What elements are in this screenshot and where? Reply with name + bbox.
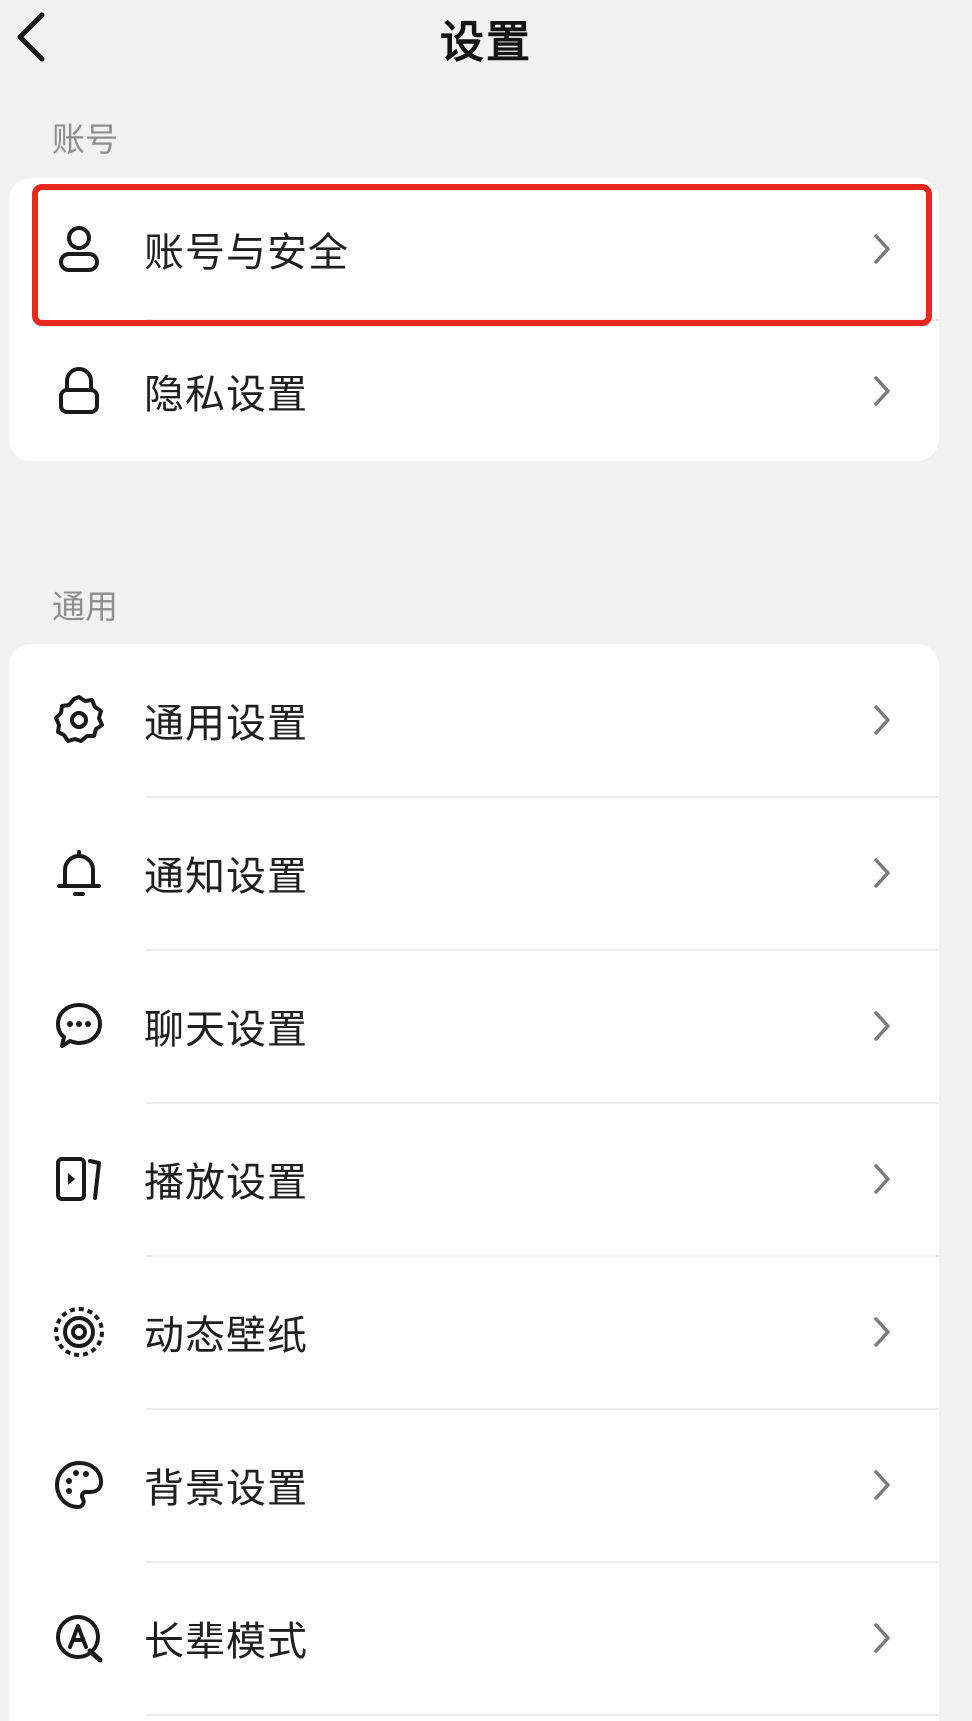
palette-icon (51, 1457, 107, 1513)
lock-icon (51, 363, 107, 419)
chevron-right-icon (867, 229, 897, 269)
account-card: 账号与安全 隐私设置 (9, 178, 939, 461)
header-bar: 设置 (0, 0, 972, 78)
user-icon (51, 221, 107, 277)
settings-item-label: 隐私设置 (144, 371, 308, 418)
settings-item-label: 聊天设置 (144, 1007, 308, 1053)
settings-item-privacy[interactable]: 隐私设置 (9, 320, 939, 461)
chevron-right-icon (867, 700, 897, 740)
settings-item-notification[interactable]: 通知设置 (9, 797, 939, 949)
settings-item-account-security[interactable]: 账号与安全 (9, 178, 939, 320)
section-label-general: 通用 (52, 587, 118, 626)
settings-item-playback[interactable]: 播放设置 (9, 1103, 939, 1255)
chevron-right-icon (867, 853, 897, 893)
settings-item-label: 长辈模式 (144, 1619, 308, 1665)
settings-item-label: 播放设置 (144, 1160, 308, 1206)
elder-mode-icon (51, 1610, 107, 1666)
general-card: 通用设置 通知设置 聊天设置 播放设置 动态壁纸 背景设置 长辈模式 (9, 644, 939, 1721)
play-screen-icon (51, 1151, 107, 1207)
chevron-right-icon (867, 1312, 897, 1352)
bell-icon (51, 845, 107, 901)
chat-bubble-icon (51, 998, 107, 1054)
section-label-account: 账号 (52, 120, 118, 159)
chevron-right-icon (867, 371, 897, 411)
settings-item-label: 通知设置 (144, 854, 308, 900)
settings-item-general[interactable]: 通用设置 (9, 644, 939, 796)
gear-icon (51, 692, 107, 748)
chevron-right-icon (867, 1159, 897, 1199)
divider (146, 1714, 939, 1716)
chevron-right-icon (867, 1006, 897, 1046)
page-title: 设置 (440, 17, 532, 68)
settings-item-chat[interactable]: 聊天设置 (9, 950, 939, 1102)
settings-item-elder-mode[interactable]: 长辈模式 (9, 1562, 939, 1714)
settings-item-live-wallpaper[interactable]: 动态壁纸 (9, 1256, 939, 1408)
live-wallpaper-icon (51, 1304, 107, 1360)
chevron-right-icon (867, 1465, 897, 1505)
settings-item-label: 账号与安全 (144, 230, 349, 276)
chevron-right-icon (867, 1618, 897, 1658)
settings-item-label: 动态壁纸 (144, 1313, 308, 1359)
settings-item-label: 通用设置 (144, 701, 308, 747)
settings-item-label: 背景设置 (144, 1466, 308, 1512)
settings-item-background[interactable]: 背景设置 (9, 1409, 939, 1561)
